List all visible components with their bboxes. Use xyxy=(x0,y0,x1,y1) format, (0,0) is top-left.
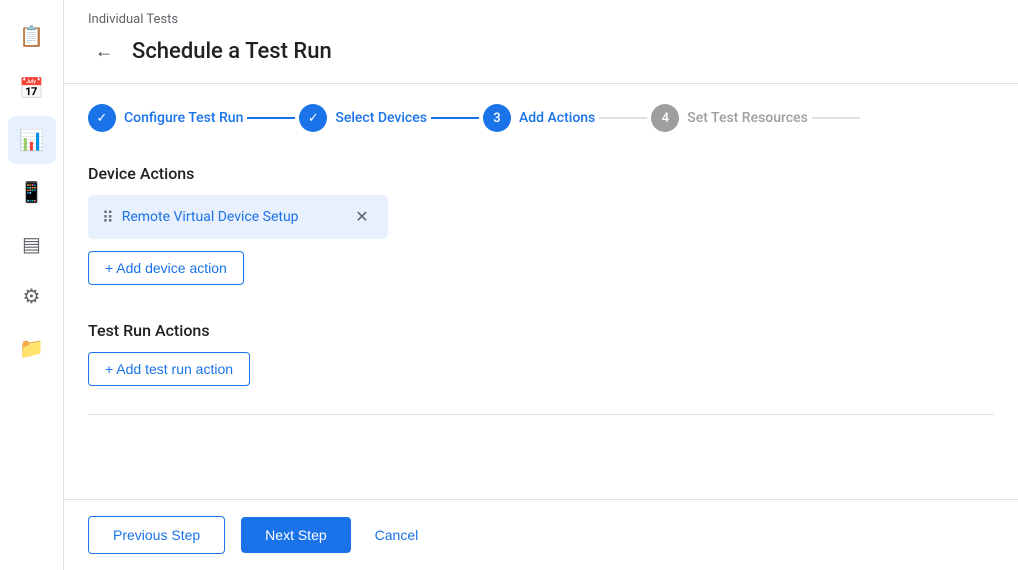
sidebar-item-phone[interactable]: 📱 xyxy=(8,168,56,216)
sidebar-item-folder[interactable]: 📁 xyxy=(8,324,56,372)
step-line-2 xyxy=(431,117,479,119)
phone-icon: 📱 xyxy=(19,180,44,204)
remove-device-action-button[interactable]: ✕ xyxy=(350,205,374,229)
step-circle-set-resources: 4 xyxy=(651,104,679,132)
breadcrumb: Individual Tests xyxy=(88,12,994,27)
sidebar-item-settings[interactable]: ⚙ xyxy=(8,272,56,320)
layers-icon: ▤ xyxy=(22,232,41,256)
cancel-button[interactable]: Cancel xyxy=(367,517,427,553)
step-select-devices: ✓ Select Devices xyxy=(299,104,427,132)
sidebar-item-calendar[interactable]: 📅 xyxy=(8,64,56,112)
step-line-3 xyxy=(599,117,647,119)
step-line-4 xyxy=(812,117,860,119)
page-title: Schedule a Test Run xyxy=(132,39,332,64)
main-content: Individual Tests ← Schedule a Test Run ✓… xyxy=(64,0,1018,570)
previous-step-button[interactable]: Previous Step xyxy=(88,516,225,554)
step-label-add-actions: Add Actions xyxy=(519,110,595,126)
add-device-action-button[interactable]: + Add device action xyxy=(88,251,244,285)
step-label-configure: Configure Test Run xyxy=(124,110,243,126)
footer: Previous Step Next Step Cancel xyxy=(64,499,1018,570)
step-line-1 xyxy=(247,117,295,119)
add-test-run-action-label: + Add test run action xyxy=(105,361,233,377)
calendar-icon: 📅 xyxy=(19,76,44,100)
device-action-label: Remote Virtual Device Setup xyxy=(122,209,342,225)
steps-bar: ✓ Configure Test Run ✓ Select Devices 3 … xyxy=(64,84,1018,148)
step-configure: ✓ Configure Test Run xyxy=(88,104,243,132)
sidebar-item-chart[interactable]: 📊 xyxy=(8,116,56,164)
settings-icon: ⚙ xyxy=(23,284,41,308)
step-circle-select-devices: ✓ xyxy=(299,104,327,132)
step-add-actions: 3 Add Actions xyxy=(483,104,595,132)
clipboard-icon: 📋 xyxy=(19,24,44,48)
step-label-set-resources: Set Test Resources xyxy=(687,110,808,126)
sidebar-item-layers[interactable]: ▤ xyxy=(8,220,56,268)
test-run-actions-title: Test Run Actions xyxy=(88,321,994,340)
add-test-run-action-button[interactable]: + Add test run action xyxy=(88,352,250,386)
step-set-resources: 4 Set Test Resources xyxy=(651,104,808,132)
step-circle-configure: ✓ xyxy=(88,104,116,132)
chart-icon: 📊 xyxy=(19,128,44,152)
step-circle-add-actions: 3 xyxy=(483,104,511,132)
back-button[interactable]: ← xyxy=(88,35,120,67)
add-device-action-label: + Add device action xyxy=(105,260,227,276)
content-area: Device Actions ⠿ Remote Virtual Device S… xyxy=(64,148,1018,499)
header: Individual Tests ← Schedule a Test Run xyxy=(64,0,1018,84)
content-divider xyxy=(88,414,994,415)
device-actions-title: Device Actions xyxy=(88,164,994,183)
sidebar: 📋 📅 📊 📱 ▤ ⚙ 📁 xyxy=(0,0,64,570)
sidebar-item-clipboard[interactable]: 📋 xyxy=(8,12,56,60)
device-action-chip: ⠿ Remote Virtual Device Setup ✕ xyxy=(88,195,388,239)
page-title-row: ← Schedule a Test Run xyxy=(88,35,994,83)
folder-icon: 📁 xyxy=(19,336,44,360)
step-label-select-devices: Select Devices xyxy=(335,110,427,126)
drag-handle-icon: ⠿ xyxy=(102,208,114,227)
next-step-button[interactable]: Next Step xyxy=(241,517,350,553)
